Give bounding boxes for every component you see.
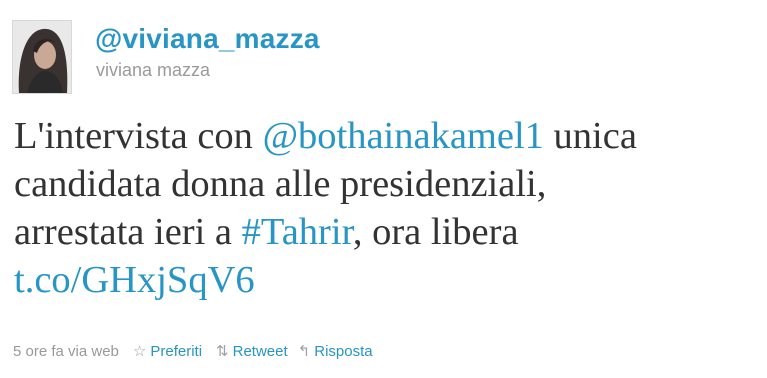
tweet-text-segment: arrestata ieri a [14,211,242,253]
retweet-button[interactable]: ⇅ Retweet [216,342,288,361]
hashtag-link[interactable]: #Tahrir [242,211,353,253]
reply-label: Risposta [314,342,373,360]
tweet-line-1: L'intervista con @bothainakamel1 unica [14,112,754,160]
timestamp[interactable]: 5 ore fa via web [13,343,119,360]
tweet-text-segment: , ora libera [352,211,519,253]
profile-photo-icon [13,21,71,93]
tweet-line-3: arrestata ieri a #Tahrir, ora libera [14,208,754,256]
tweet-line-2: candidata donna alle presidenziali, [14,163,547,205]
url-link[interactable]: t.co/GHxjSqV6 [14,259,255,301]
retweet-label: Retweet [232,342,288,360]
favorite-label: Preferiti [150,342,203,360]
star-icon: ☆ [132,343,147,360]
reply-arrow-icon: ↰ [297,343,311,360]
tweet-text-segment: L'intervista con [14,115,263,157]
mention-link[interactable]: @bothainakamel1 [263,115,544,157]
author-name: viviana mazza [96,60,211,80]
tweet-text-segment: unica [543,115,637,157]
reply-button[interactable]: ↰ Risposta [297,342,373,361]
tweet-line-4: t.co/GHxjSqV6 [14,256,754,304]
favorite-button[interactable]: ☆ Preferiti [132,342,203,361]
retweet-icon: ⇅ [216,343,229,360]
author-handle[interactable]: @viviana_mazza [95,23,320,55]
avatar[interactable] [12,20,72,94]
tweet-meta: 5 ore fa via web ☆ Preferiti ⇅ Retweet ↰… [13,342,373,361]
tweet-text: L'intervista con @bothainakamel1 unica c… [14,112,754,304]
